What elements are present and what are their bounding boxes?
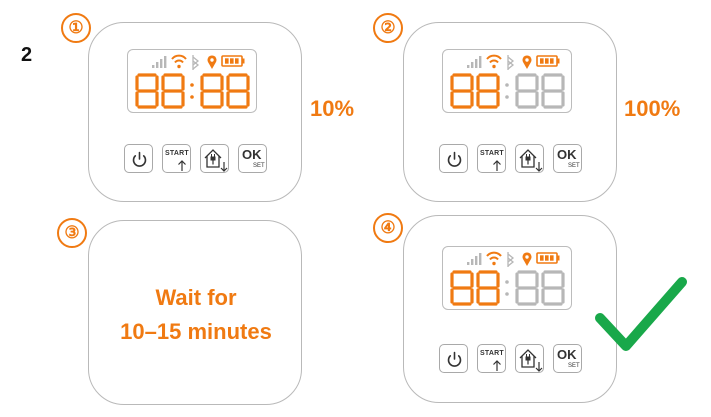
- location-pin-icon: [522, 252, 532, 266]
- signal-bars-icon: [467, 253, 482, 265]
- ok-set-button[interactable]: OK SET: [553, 344, 582, 373]
- set-button-label: SET: [253, 163, 265, 169]
- location-pin-icon: [207, 55, 217, 69]
- segment-digit: [135, 73, 159, 109]
- step-number-4: ④: [373, 213, 403, 243]
- segment-digit: [450, 270, 474, 306]
- segment-digit: [541, 73, 565, 109]
- bluetooth-icon: [192, 55, 200, 70]
- arrow-down-icon: [220, 162, 228, 172]
- segment-digit: [450, 73, 474, 109]
- lcd-display: [450, 251, 565, 306]
- figure-label: 2: [21, 44, 33, 66]
- wifi-icon: [171, 54, 187, 69]
- lcd-display: [450, 54, 565, 109]
- lcd-screen: [127, 49, 257, 113]
- start-button[interactable]: START: [477, 344, 506, 373]
- power-icon: [447, 151, 462, 167]
- wait-message: Wait for 10–15 minutes: [96, 281, 296, 349]
- power-icon: [447, 351, 462, 367]
- battery-icon: [221, 55, 245, 67]
- segment-digit: [226, 73, 250, 109]
- wait-line-1: Wait for: [155, 285, 237, 310]
- power-button[interactable]: [439, 344, 468, 373]
- power-button[interactable]: [124, 144, 153, 173]
- bluetooth-icon: [507, 252, 515, 267]
- time-colon: [505, 83, 509, 99]
- arrow-down-icon: [535, 362, 543, 372]
- segment-digit: [161, 73, 185, 109]
- ok-set-button[interactable]: OK SET: [553, 144, 582, 173]
- arrow-up-icon: [493, 360, 501, 371]
- button-row: START OK SET: [124, 144, 274, 174]
- step-number-1: ①: [61, 13, 91, 43]
- lcd-screen: [442, 49, 572, 113]
- arrow-down-icon: [535, 162, 543, 172]
- button-row: START OK SET: [439, 344, 589, 374]
- progress-percent-1: 10%: [310, 96, 355, 121]
- checkmark-icon: [595, 277, 687, 351]
- progress-percent-2: 100%: [624, 96, 681, 121]
- arrow-up-icon: [178, 160, 186, 171]
- power-button[interactable]: [439, 144, 468, 173]
- segment-digit: [515, 73, 539, 109]
- time-colon: [190, 83, 194, 99]
- ok-button-label: OK: [557, 347, 577, 362]
- arrow-up-icon: [493, 160, 501, 171]
- house-plug-icon: [204, 149, 222, 168]
- device-panel-2: START OK SET: [403, 22, 617, 202]
- step-number-3: ③: [57, 218, 87, 248]
- wait-line-2: 10–15 minutes: [120, 319, 272, 344]
- segment-digit: [476, 73, 500, 109]
- segment-digit: [200, 73, 224, 109]
- start-button[interactable]: START: [162, 144, 191, 173]
- signal-bars-icon: [152, 56, 167, 68]
- segment-digit: [476, 270, 500, 306]
- power-icon: [132, 151, 147, 167]
- lcd-screen: [442, 246, 572, 310]
- location-pin-icon: [522, 55, 532, 69]
- wifi-icon: [486, 251, 502, 266]
- house-plug-icon: [519, 149, 537, 168]
- segment-digit: [515, 270, 539, 306]
- ok-button-label: OK: [557, 147, 577, 162]
- bluetooth-icon: [507, 55, 515, 70]
- device-panel-4: START OK SET: [403, 215, 617, 403]
- start-button[interactable]: START: [477, 144, 506, 173]
- set-button-label: SET: [568, 363, 580, 369]
- house-plug-icon: [519, 349, 537, 368]
- time-colon: [505, 280, 509, 296]
- house-plug-button[interactable]: [515, 344, 544, 373]
- set-button-label: SET: [568, 163, 580, 169]
- device-panel-3: Wait for 10–15 minutes: [88, 220, 302, 405]
- ok-set-button[interactable]: OK SET: [238, 144, 267, 173]
- button-row: START OK SET: [439, 144, 589, 174]
- battery-icon: [536, 252, 560, 264]
- wifi-icon: [486, 54, 502, 69]
- signal-bars-icon: [467, 56, 482, 68]
- ok-button-label: OK: [242, 147, 262, 162]
- device-panel-1: START OK SET: [88, 22, 302, 202]
- segment-digit: [541, 270, 565, 306]
- lcd-display: [135, 54, 250, 109]
- step-number-2: ②: [373, 13, 403, 43]
- house-plug-button[interactable]: [515, 144, 544, 173]
- battery-icon: [536, 55, 560, 67]
- house-plug-button[interactable]: [200, 144, 229, 173]
